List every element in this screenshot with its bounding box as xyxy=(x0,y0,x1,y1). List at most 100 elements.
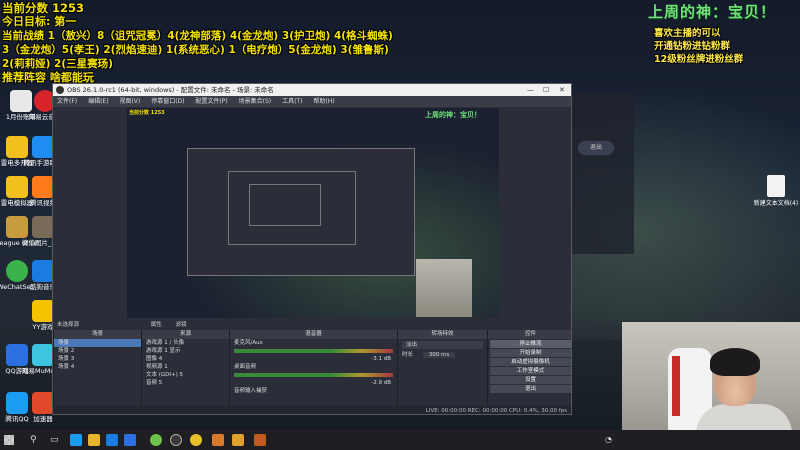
mixer-channel-label: 音频输入捕获 xyxy=(234,388,268,394)
scene-item[interactable]: 场景 4 xyxy=(54,363,141,371)
obs-window[interactable]: OBS 26.1.0-rc1 (64-bit, windows) - 配置文件:… xyxy=(52,83,572,415)
overlay-goal: 今日目标: 第一 xyxy=(2,15,77,28)
minimize-icon[interactable]: — xyxy=(527,84,534,96)
source-item[interactable]: 文本 (GDI+) 5 xyxy=(142,371,229,379)
sources-dock: 来源 游戏源 1 / 头像 游戏源 1 显示 图像 4 视频源 1 文本 (GD… xyxy=(141,330,229,414)
mixer-dock: 混音器 麦克风/Aux -3.1 dB 桌面音频 -2.9 dB 音频输入捕获 xyxy=(229,330,397,414)
desktop-background: 当前分数 1253 今日目标: 第一 当前战绩 1（敖兴）8（诅咒冠冕）4(龙神… xyxy=(0,0,800,450)
obs-dock-row: 场景 场景 场景 2 场景 3 场景 4 来源 游戏源 1 / 头像 游戏源 1… xyxy=(53,330,571,414)
mixer-channel-label: 桌面音频 xyxy=(234,364,257,370)
menu-docks[interactable]: 停靠窗口(D) xyxy=(151,98,184,105)
tray-network-icon[interactable]: ◔ xyxy=(605,430,612,450)
booster-icon xyxy=(32,392,54,414)
overlay-fan-line-3: 12级粉丝牌进粉丝群 xyxy=(654,54,744,65)
transitions-title: 转场特效 xyxy=(398,330,487,339)
video-icon xyxy=(32,176,54,198)
filters-button[interactable]: 滤镜 xyxy=(176,322,187,328)
text-file-label: 新建文本文档(4) xyxy=(753,200,799,207)
taskbar-app-icon[interactable] xyxy=(254,434,266,446)
overlay-fan-line-1: 喜欢主播的可以 xyxy=(654,28,721,39)
source-item[interactable]: 音频 5 xyxy=(142,379,229,387)
obs-status-bar: LIVE: 00:00:00 REC: 00:00:00 CPU: 0.4%, … xyxy=(53,406,571,414)
overlay-record-line-2: 3（金龙炮）5(孝王) 2(烈焰速迪) 1(系统恶心) 1（电疗炮）5(金龙炮)… xyxy=(2,44,389,56)
source-item[interactable]: 图像 4 xyxy=(142,355,229,363)
mixer-channel-label: 麦克风/Aux xyxy=(234,340,263,346)
audio-meter[interactable] xyxy=(234,373,393,377)
overlay-record-line-3: 2(莉莉娅) 2(三星赛玚) xyxy=(2,58,113,70)
taskbar-store-icon[interactable] xyxy=(124,434,136,446)
no-source-selected: 未选择源 xyxy=(57,322,80,328)
maximize-icon[interactable]: ☐ xyxy=(543,84,549,96)
preview-webcam xyxy=(416,259,472,317)
preview-fan-title: 上周的神：宝贝！ xyxy=(425,111,481,119)
gamepad-icon xyxy=(32,136,54,158)
nested-obs-preview-1 xyxy=(187,148,415,276)
mixer-level: -3.1 dB xyxy=(371,356,391,362)
taskbar-app-icon[interactable] xyxy=(212,434,224,446)
audio-meter[interactable] xyxy=(234,349,393,353)
taskbar-app-icon[interactable] xyxy=(190,434,202,446)
scenes-dock: 场景 场景 场景 2 场景 3 场景 4 xyxy=(53,330,141,414)
app-exit-button[interactable]: 退出 xyxy=(578,141,614,155)
settings-button[interactable]: 设置 xyxy=(490,376,571,384)
taskbar-explorer-icon[interactable] xyxy=(70,434,82,446)
obs-window-title: OBS 26.1.0-rc1 (64-bit, windows) - 配置文件:… xyxy=(67,86,274,94)
start-recording-button[interactable]: 开始录制 xyxy=(490,349,571,357)
obs-menu-bar: 文件(F) 编辑(E) 视图(V) 停靠窗口(D) 配置文件(P) 场景集合(S… xyxy=(53,96,571,107)
menu-profile[interactable]: 配置文件(P) xyxy=(195,98,227,105)
menu-view[interactable]: 视图(V) xyxy=(119,98,140,105)
taskbar-obs-icon[interactable] xyxy=(170,434,182,446)
scene-item[interactable]: 场景 3 xyxy=(54,355,141,363)
taskbar-edge-icon[interactable] xyxy=(106,434,118,446)
mixer-level: -2.9 dB xyxy=(371,380,391,386)
nested-obs-preview-3 xyxy=(249,184,321,226)
scene-item[interactable]: 场景 2 xyxy=(54,347,141,355)
stop-streaming-button[interactable]: 停止推流 xyxy=(490,340,571,348)
studio-mode-button[interactable]: 工作室模式 xyxy=(490,367,571,375)
source-item[interactable]: 游戏源 1 / 头像 xyxy=(142,339,229,347)
image-icon xyxy=(32,216,54,238)
mumu-icon xyxy=(32,344,54,366)
controls-title: 控件 xyxy=(488,330,571,339)
menu-scene-collection[interactable]: 场景集合(S) xyxy=(239,98,272,105)
taskbar: ⚲ ▭ ◔ xyxy=(0,430,800,450)
overlay-fan-line-2: 开通钻粉进钻粉群 xyxy=(654,41,731,52)
taskbar-folder-icon[interactable] xyxy=(88,434,100,446)
obs-title-bar[interactable]: OBS 26.1.0-rc1 (64-bit, windows) - 配置文件:… xyxy=(53,84,571,96)
menu-edit[interactable]: 编辑(E) xyxy=(88,98,108,105)
source-item[interactable]: 视频源 1 xyxy=(142,363,229,371)
properties-button[interactable]: 属性 xyxy=(151,322,162,328)
scenes-title: 场景 xyxy=(54,330,141,339)
overlay-top-fan-title: 上周的神：宝贝！ xyxy=(648,3,777,21)
menu-help[interactable]: 帮助(H) xyxy=(313,98,334,105)
exit-button[interactable]: 退出 xyxy=(490,385,571,393)
chair-stripe xyxy=(672,356,680,416)
menu-file[interactable]: 文件(F) xyxy=(57,98,77,105)
yy-icon xyxy=(32,300,54,322)
transition-select[interactable]: 淡出 xyxy=(402,341,483,349)
taskbar-chrome-icon[interactable] xyxy=(150,434,162,446)
controls-dock: 控件 停止推流 开始录制 启动虚拟摄像机 工作室模式 设置 退出 xyxy=(487,330,571,414)
source-item[interactable]: 游戏源 1 显示 xyxy=(142,347,229,355)
text-file-icon[interactable] xyxy=(767,175,785,197)
duration-input[interactable]: 300 ms xyxy=(422,352,456,358)
obs-logo-icon xyxy=(56,86,64,94)
taskbar-app-icon[interactable] xyxy=(232,434,244,446)
scene-item[interactable]: 场景 xyxy=(54,339,141,347)
obs-source-toolbar: 未选择源 属性 滤镜 xyxy=(53,320,571,330)
close-icon[interactable]: ✕ xyxy=(559,84,565,96)
menu-tools[interactable]: 工具(T) xyxy=(282,98,302,105)
search-icon[interactable]: ⚲ xyxy=(30,430,37,450)
overlay-score: 当前分数 1253 xyxy=(2,1,85,15)
task-view-icon[interactable]: ▭ xyxy=(50,430,59,450)
virtual-camera-button[interactable]: 启动虚拟摄像机 xyxy=(490,358,571,366)
mixer-title: 混音器 xyxy=(230,330,397,339)
preview-overlay-text: 当前分数 1253 xyxy=(129,110,165,116)
streamer-hair xyxy=(710,348,760,376)
windows-start-icon[interactable] xyxy=(4,435,14,445)
overlay-record-line-1: 当前战绩 1（敖兴）8（诅咒冠冕）4(龙神部落) 4(金龙炮) 3(护卫炮) 4… xyxy=(2,30,393,42)
transitions-dock: 转场特效 淡出 时长 300 ms xyxy=(397,330,487,414)
sources-title: 来源 xyxy=(142,330,229,339)
kugou-icon xyxy=(32,260,54,282)
transition-duration: 时长 300 ms xyxy=(398,351,487,359)
